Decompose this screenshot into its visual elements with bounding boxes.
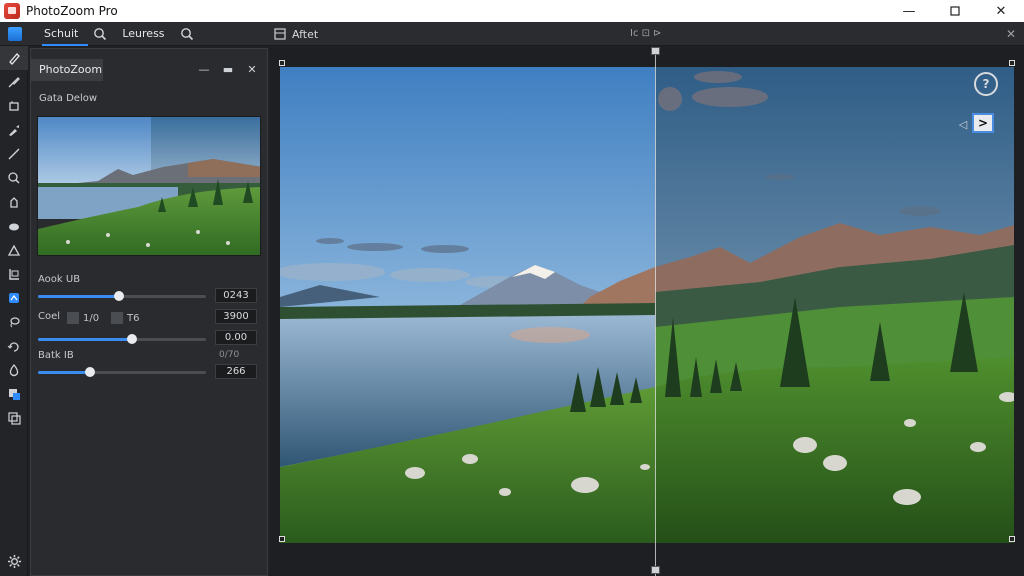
close-window-button[interactable]: ✕	[978, 0, 1024, 22]
window-title: PhotoZoom Pro	[26, 4, 118, 18]
slider-1-track[interactable]	[38, 291, 206, 301]
photozoom-panel: PhotoZoom — ▬ ✕ Gata Delow Aook UB 0243 …	[30, 48, 268, 576]
drop-icon[interactable]	[0, 358, 28, 382]
stamp-icon[interactable]	[0, 190, 28, 214]
preview-thumbnail[interactable]	[37, 116, 261, 256]
lasso-icon[interactable]	[0, 310, 28, 334]
coel-chip-2-label: T6	[127, 312, 140, 324]
comparison-image[interactable]	[280, 67, 1014, 543]
layers-icon[interactable]	[0, 382, 28, 406]
slider-3-fill	[38, 338, 133, 341]
slider-4-small-value: 0/70	[219, 350, 240, 360]
app-logo-icon	[4, 3, 20, 19]
slider-3-track[interactable]	[38, 334, 206, 344]
frame-icon[interactable]	[0, 262, 28, 286]
maximize-button[interactable]	[932, 0, 978, 22]
pen-icon[interactable]	[0, 46, 28, 70]
view-mode-label[interactable]: Ic ⊡ ⊳	[630, 22, 662, 46]
after-label: Aftet	[292, 27, 319, 41]
split-handle-bottom[interactable]	[651, 566, 660, 574]
info-button[interactable]: ?	[974, 72, 998, 96]
zoom-icon[interactable]	[175, 22, 199, 46]
slider-4-knob[interactable]	[85, 367, 96, 377]
line-icon[interactable]	[0, 142, 28, 166]
split-divider[interactable]	[655, 47, 656, 576]
search-icon[interactable]	[88, 22, 112, 46]
tool-rail	[0, 46, 28, 576]
brush-icon[interactable]	[0, 70, 28, 94]
coel-chip-1-label: 1/0	[83, 312, 100, 324]
dropper-icon[interactable]	[0, 118, 28, 142]
slider-4-track[interactable]	[38, 367, 206, 377]
blue-square-icon[interactable]	[0, 286, 28, 310]
title-bar: PhotoZoom Pro — ✕	[0, 0, 1024, 22]
frame-corner-handle[interactable]	[279, 60, 285, 66]
slider-4-fill	[38, 371, 91, 374]
settings-gear-icon[interactable]	[0, 550, 28, 572]
panel-close-button[interactable]: ✕	[245, 61, 259, 77]
slider-3-knob[interactable]	[127, 334, 138, 344]
panel-minimize-button[interactable]: —	[197, 61, 211, 77]
slider-1-label: Aook UB	[38, 274, 81, 285]
slider-1-knob[interactable]	[113, 291, 124, 301]
minimize-button[interactable]: —	[886, 0, 932, 22]
next-arrow-button[interactable]: >	[972, 113, 994, 133]
slider-1-fill	[38, 295, 119, 298]
panel-subtitle: Gata Delow	[39, 93, 98, 104]
slider-2-value[interactable]: 3900	[215, 309, 257, 324]
slider-4-label: Batk IB	[38, 350, 74, 361]
slider-1-value[interactable]: 0243	[215, 288, 257, 303]
after-view-toggle[interactable]: Aftet	[274, 22, 318, 46]
cloud-icon[interactable]	[0, 214, 28, 238]
panel-pin-button[interactable]: ▬	[221, 61, 235, 77]
after-icon	[274, 28, 286, 40]
slider-3-value[interactable]: 0.00	[215, 330, 257, 345]
triangle-icon[interactable]	[0, 238, 28, 262]
slider-4-value[interactable]: 266	[215, 364, 257, 379]
panel-tab-photozoom[interactable]: PhotoZoom	[31, 59, 103, 81]
app-menu-icon[interactable]	[8, 26, 22, 41]
image-canvas[interactable]: ? ◁ >	[270, 47, 1024, 576]
slider-2-label: Coel	[38, 311, 61, 322]
previous-arrow-icon[interactable]: ◁	[956, 117, 970, 131]
top-toolbar: Schuit Leuress Aftet Ic ⊡ ⊳ ✕	[0, 22, 1024, 46]
copy-icon[interactable]	[0, 406, 28, 430]
tab-schuit[interactable]: Schuit	[34, 22, 89, 46]
rotate-icon[interactable]	[0, 334, 28, 358]
tab-leuress[interactable]: Leuress	[112, 22, 174, 46]
close-toolbar-button[interactable]: ✕	[1006, 22, 1016, 46]
frame-corner-handle[interactable]	[1009, 536, 1015, 542]
crop-icon[interactable]	[0, 94, 28, 118]
coel-chip-1[interactable]: 1/0	[67, 311, 99, 325]
split-handle-top[interactable]	[651, 47, 660, 55]
frame-corner-handle[interactable]	[1009, 60, 1015, 66]
coel-chip-2[interactable]: T6	[111, 311, 139, 325]
frame-corner-handle[interactable]	[279, 536, 285, 542]
magnifier-icon[interactable]	[0, 166, 28, 190]
